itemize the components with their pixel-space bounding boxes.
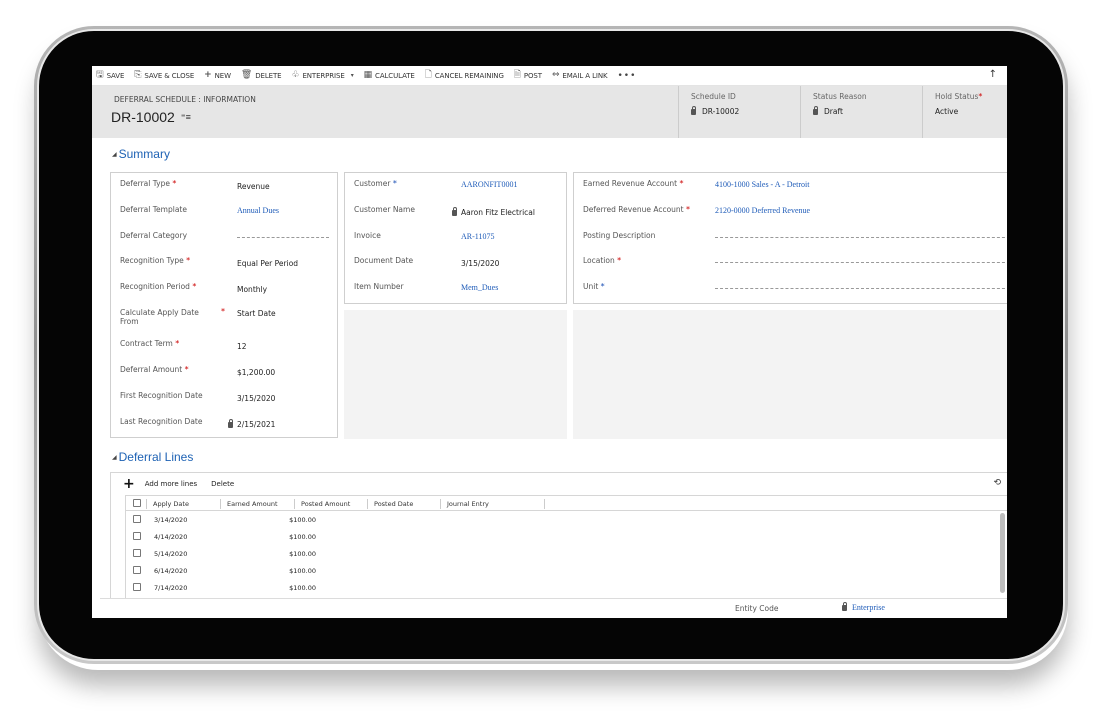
deferral-category-input[interactable]: [237, 237, 329, 238]
deferral-lines-grid: + Add more lines Delete ⟲ Apply Date Ear…: [110, 472, 1007, 598]
add-lines-icon[interactable]: +: [123, 476, 135, 492]
more-commands-button[interactable]: •••: [617, 71, 636, 81]
header-field-schedule-id: Schedule ID DR-10002: [678, 86, 800, 138]
summary-left-panel: Deferral Type * Revenue Deferral Templat…: [110, 172, 338, 438]
lock-icon: [813, 106, 818, 115]
column-header-earned-amount[interactable]: Earned Amount: [220, 499, 278, 509]
row-checkbox[interactable]: [133, 583, 141, 591]
form-selector-icon[interactable]: ⁼≡: [181, 112, 191, 123]
required-icon: *: [978, 92, 983, 101]
header-field-status-reason: Status Reason Draft: [800, 86, 922, 138]
calculator-icon: ▦: [363, 70, 373, 80]
row-checkbox[interactable]: [133, 566, 141, 574]
caret-down-icon: ▾: [350, 71, 354, 79]
save-button[interactable]: 🖫 SAVE: [96, 71, 124, 80]
row-checkbox[interactable]: [133, 549, 141, 557]
save-icon: 🖫: [96, 70, 104, 80]
column-header-posted-date[interactable]: Posted Date: [367, 499, 413, 509]
grid-header: Apply Date Earned Amount Posted Amount P…: [125, 495, 1007, 511]
calculate-button[interactable]: ▦ CALCULATE: [364, 71, 415, 80]
location-input[interactable]: [715, 262, 1007, 263]
grid-scrollbar[interactable]: [1000, 513, 1005, 593]
header-field-hold-status[interactable]: Hold Status* Active: [922, 86, 1007, 138]
post-button[interactable]: 🗎 POST: [514, 71, 542, 80]
row-checkbox[interactable]: [133, 532, 141, 540]
refresh-icon[interactable]: ⟲: [993, 478, 1001, 488]
table-row[interactable]: 6/14/2020 $100.00: [126, 562, 1007, 579]
column-header-apply-date[interactable]: Apply Date: [146, 499, 189, 509]
post-doc-icon: 🗎: [513, 70, 521, 80]
add-more-lines-button[interactable]: Add more lines: [145, 480, 197, 488]
table-row[interactable]: 5/14/2020 $100.00: [126, 545, 1007, 562]
summary-right-panel: Earned Revenue Account * 4100-1000 Sales…: [573, 172, 1007, 304]
entity-code-value[interactable]: Enterprise: [852, 603, 885, 612]
save-close-button[interactable]: ⎘ SAVE & CLOSE: [134, 71, 194, 80]
command-bar: 🖫 SAVE ⎘ SAVE & CLOSE + NEW 🗑 DELETE ♧ E…: [92, 66, 1007, 86]
collapse-header-icon[interactable]: ↑: [989, 69, 997, 80]
lock-icon: [228, 419, 233, 428]
summary-middle-panel: Customer * AARONFIT0001 Customer Name Aa…: [344, 172, 567, 304]
row-checkbox[interactable]: [133, 515, 141, 523]
record-header: DEFERRAL SCHEDULE : INFORMATION DR-10002…: [92, 86, 1007, 138]
plus-icon: +: [204, 70, 212, 80]
cancel-doc-icon: 🗋: [424, 70, 432, 80]
save-close-icon: ⎘: [134, 70, 142, 80]
delete-button[interactable]: 🗑 DELETE: [241, 71, 282, 80]
summary-section-toggle[interactable]: ◢ Summary: [112, 147, 170, 161]
email-link-button[interactable]: ⇔ EMAIL A LINK: [552, 71, 608, 80]
collapse-triangle-icon: ◢: [112, 151, 117, 158]
column-header-journal-entry[interactable]: Journal Entry: [440, 499, 489, 509]
entity-code-label: Entity Code: [735, 604, 779, 613]
grid-body: 3/14/2020 $100.00 4/14/2020 $100.00 5/14…: [125, 511, 1007, 598]
form-body: ◢ Summary Deferral Type * Revenue Deferr…: [100, 139, 1007, 618]
cancel-remaining-button[interactable]: 🗋 CANCEL REMAINING: [425, 71, 504, 80]
lock-icon: [452, 207, 457, 216]
trash-icon: 🗑: [240, 70, 253, 80]
lock-icon: [691, 106, 696, 115]
empty-panel: [573, 310, 1007, 439]
deferral-lines-section-toggle[interactable]: ◢ Deferral Lines: [112, 450, 193, 464]
posting-description-input[interactable]: [715, 237, 1007, 238]
delete-lines-button[interactable]: Delete: [211, 480, 234, 488]
screen: 🖫 SAVE ⎘ SAVE & CLOSE + NEW 🗑 DELETE ♧ E…: [92, 66, 1007, 618]
unit-input[interactable]: [715, 288, 1007, 289]
enterprise-dropdown[interactable]: ♧ ENTERPRISE ▾: [291, 71, 353, 80]
link-icon: ⇔: [551, 70, 560, 80]
empty-panel: [344, 310, 567, 439]
column-header-posted-amount[interactable]: Posted Amount: [294, 499, 350, 509]
table-row[interactable]: 7/14/2020 $100.00: [126, 579, 1007, 596]
enterprise-icon: ♧: [291, 70, 300, 80]
footer-bar: Entity Code Enterprise: [100, 598, 1007, 618]
entity-label: DEFERRAL SCHEDULE : INFORMATION: [114, 95, 256, 104]
table-row[interactable]: 3/14/2020 $100.00: [126, 511, 1007, 528]
table-row[interactable]: 4/14/2020 $100.00: [126, 528, 1007, 545]
record-title: DR-10002 ⁼≡: [111, 109, 191, 125]
new-button[interactable]: + NEW: [204, 71, 231, 80]
lock-icon: [842, 602, 847, 611]
collapse-triangle-icon: ◢: [112, 454, 117, 461]
select-all-checkbox[interactable]: [133, 499, 141, 507]
